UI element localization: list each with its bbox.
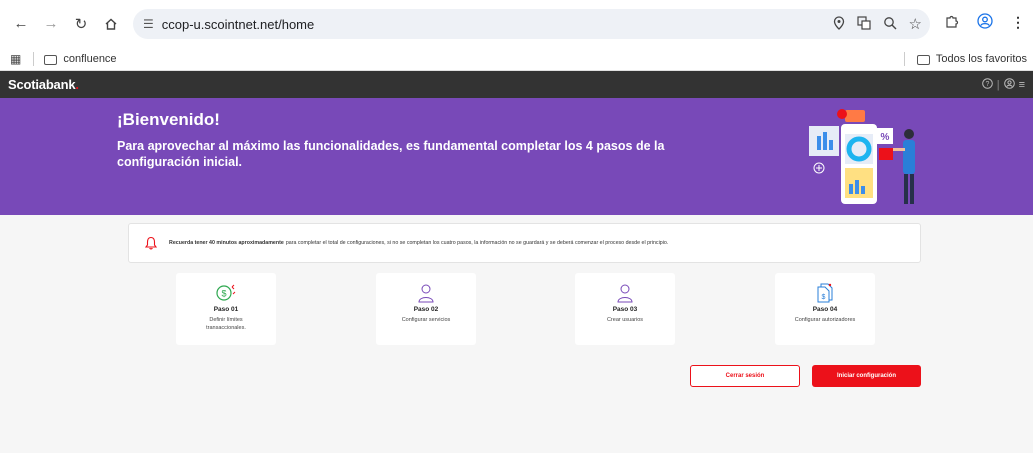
svg-text:%: %: [881, 132, 890, 143]
brand-name: Scotiabank: [8, 77, 76, 92]
step-title: Paso 03: [612, 306, 638, 313]
profile-icon[interactable]: [977, 13, 993, 32]
back-icon[interactable]: ←: [10, 13, 32, 35]
url-text[interactable]: ccop-u.scointnet.net/home: [162, 17, 314, 32]
apps-grid-icon[interactable]: ▦: [10, 52, 21, 66]
brand-dot: .: [75, 77, 79, 92]
welcome-title: ¡Bienvenido!: [117, 110, 220, 129]
step-description: Crear usuarios: [606, 317, 644, 323]
time-notice: Recuerda tener 40 minutos aproximadament…: [128, 223, 921, 263]
user-icon: [575, 273, 675, 303]
svg-text:$: $: [221, 289, 226, 299]
logout-button[interactable]: Cerrar sesión: [690, 365, 800, 387]
menu-icon[interactable]: ⋮: [1011, 14, 1025, 31]
step-card-2[interactable]: Paso 02 Configurar servicios: [376, 273, 476, 345]
dashboard-illustration-icon: %: [809, 109, 915, 204]
welcome-banner: ¡Bienvenido! Para aprovechar al máximo l…: [0, 98, 1033, 215]
step-card-1[interactable]: $ Paso 01 Definir límites transaccionale…: [176, 273, 276, 345]
start-configuration-button[interactable]: Iniciar configuración: [812, 365, 921, 387]
home-icon[interactable]: [100, 13, 122, 35]
step-title: Paso 02: [413, 306, 439, 313]
bookmarks-divider: [33, 51, 35, 66]
header-divider: |: [996, 78, 1000, 91]
extensions-icon[interactable]: [945, 14, 959, 31]
notice-bold-text: Recuerda tener 40 minutos aproximadament…: [169, 240, 284, 246]
forward-icon[interactable]: →: [40, 13, 62, 35]
step-title: Paso 04: [812, 306, 838, 313]
translate-icon[interactable]: [856, 15, 871, 33]
app-header: Scotiabank. ? | ≡: [0, 71, 1033, 98]
notice-text: para completar el total de configuracion…: [285, 240, 669, 246]
location-icon[interactable]: [833, 15, 845, 33]
document-money-icon: $: [775, 273, 875, 303]
folder-icon: [916, 55, 930, 65]
bookmarks-bar: ▦ confluence Todos los favoritos: [0, 47, 1033, 71]
scotiabank-logo[interactable]: Scotiabank.: [8, 77, 79, 92]
step-title: Paso 01: [213, 306, 239, 313]
step-description: Configurar servicios: [401, 317, 451, 323]
step-description: Configurar autorizadores: [794, 317, 856, 323]
svg-text:?: ?: [985, 81, 989, 88]
bell-icon: [145, 236, 157, 250]
bookmark-label: confluence: [63, 52, 117, 65]
reload-icon[interactable]: ↻: [70, 13, 92, 35]
hamburger-menu-icon[interactable]: ≡: [1019, 79, 1025, 91]
bookmark-confluence[interactable]: confluence: [44, 52, 117, 65]
address-bar[interactable]: ☰ ccop-u.scointnet.net/home ☆: [133, 9, 930, 39]
browser-toolbar: ← → ↻ ☰ ccop-u.scointnet.net/home ☆ ⋮: [0, 0, 1033, 47]
svg-text:$: $: [822, 294, 826, 301]
step-card-3[interactable]: Paso 03 Crear usuarios: [575, 273, 675, 345]
step-card-4[interactable]: $ Paso 04 Configurar autorizadores: [775, 273, 875, 345]
all-favorites-button[interactable]: Todos los favoritos: [916, 53, 1027, 65]
main-content: Recuerda tener 40 minutos aproximadament…: [0, 215, 1033, 453]
star-icon[interactable]: ☆: [909, 15, 922, 33]
step-description: Definir límites transaccionales.: [206, 317, 246, 331]
all-favorites-label: Todos los favoritos: [935, 53, 1027, 65]
favorites-divider: [903, 52, 905, 66]
folder-icon: [44, 54, 58, 65]
user-icon[interactable]: [1003, 77, 1015, 92]
user-icon: [376, 273, 476, 303]
site-settings-icon[interactable]: ☰: [143, 17, 154, 31]
money-exchange-icon: $: [176, 273, 276, 303]
zoom-icon[interactable]: [883, 16, 897, 33]
help-icon[interactable]: ?: [981, 77, 993, 92]
welcome-subtitle: Para aprovechar al máximo las funcionali…: [117, 139, 665, 169]
